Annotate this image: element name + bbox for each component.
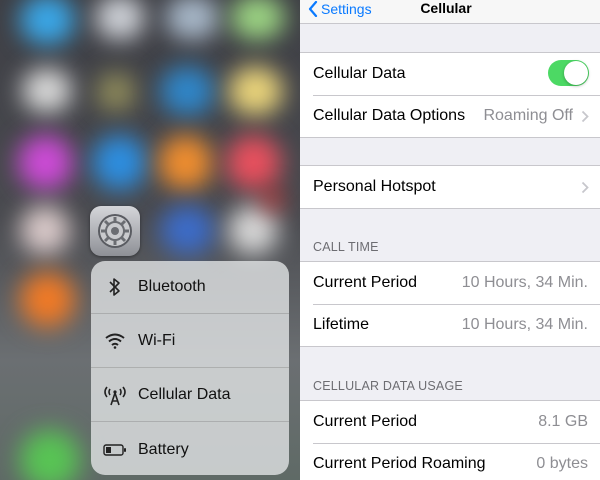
usage-roaming-label: Current Period Roaming: [313, 455, 486, 472]
cellular-settings-screen: Settings Cellular Cellular Data Cellular…: [300, 0, 600, 480]
blurred-app-icon: [165, 0, 220, 40]
cellular-data-options-value: Roaming Off: [483, 107, 573, 124]
blurred-app-icon: [226, 135, 281, 190]
quick-action-label: Wi-Fi: [138, 332, 176, 349]
battery-icon: [91, 423, 138, 475]
call-time-header: CALL TIME: [313, 240, 379, 254]
blurred-app-icon: [228, 205, 278, 255]
usage-current-period-value: 8.1 GB: [538, 413, 588, 430]
usage-roaming-row: Current Period Roaming 0 bytes: [300, 443, 600, 480]
current-period-value: 10 Hours, 34 Min.: [461, 274, 588, 291]
cellular-data-label: Cellular Data: [313, 65, 406, 82]
cellular-antenna-icon: [91, 369, 138, 422]
quick-action-bluetooth[interactable]: Bluetooth: [91, 261, 289, 314]
personal-hotspot-label: Personal Hotspot: [313, 178, 436, 195]
quick-action-wifi[interactable]: Wi-Fi: [91, 315, 289, 368]
blurred-app-icon: [96, 72, 136, 112]
data-usage-group: Current Period 8.1 GB Current Period Roa…: [300, 400, 600, 480]
hotspot-group: Personal Hotspot: [300, 165, 600, 209]
home-screen: Bluetooth Wi-Fi Cellular Data Battery: [0, 0, 300, 480]
cellular-data-options-row[interactable]: Cellular Data Options Roaming Off: [300, 95, 600, 137]
blurred-dock-icon: [20, 430, 80, 480]
call-time-lifetime-row: Lifetime 10 Hours, 34 Min.: [300, 304, 600, 346]
blurred-app-icon: [95, 0, 145, 40]
toggle-knob: [564, 61, 588, 85]
blurred-app-icon: [228, 66, 283, 116]
lifetime-label: Lifetime: [313, 316, 370, 333]
blurred-app-icon: [158, 135, 213, 190]
gear-icon: [98, 214, 132, 248]
usage-current-period-row: Current Period 8.1 GB: [300, 401, 600, 443]
lifetime-value: 10 Hours, 34 Min.: [461, 316, 588, 333]
quick-action-label: Cellular Data: [138, 386, 231, 403]
page-title-text: Cellular: [420, 0, 472, 16]
cellular-data-row: Cellular Data: [300, 53, 600, 95]
blurred-app-icon: [20, 205, 70, 255]
quick-actions-menu: Bluetooth Wi-Fi Cellular Data Battery: [91, 261, 289, 475]
call-time-current-period-row: Current Period 10 Hours, 34 Min.: [300, 262, 600, 304]
blurred-app-icon: [230, 0, 285, 40]
quick-action-label: Battery: [138, 440, 189, 458]
cellular-data-group: Cellular Data Cellular Data Options Roam…: [300, 52, 600, 138]
blurred-app-icon: [92, 135, 147, 190]
wifi-icon: [91, 315, 138, 368]
usage-roaming-value: 0 bytes: [536, 455, 588, 472]
blurred-app-icon: [160, 205, 215, 255]
blurred-app-icon: [20, 0, 75, 45]
blurred-app-icon: [18, 135, 73, 190]
settings-app-icon[interactable]: [90, 206, 140, 256]
quick-action-battery[interactable]: Battery: [91, 423, 289, 475]
page-title: Cellular: [300, 0, 600, 18]
cellular-data-toggle[interactable]: [548, 60, 589, 86]
data-usage-header: CELLULAR DATA USAGE: [313, 379, 463, 393]
cellular-data-options-label: Cellular Data Options: [313, 107, 466, 124]
quick-action-cellular-data[interactable]: Cellular Data: [91, 369, 289, 422]
navigation-bar: Settings Cellular: [300, 0, 600, 24]
quick-action-label: Bluetooth: [138, 278, 206, 295]
blurred-app-icon: [160, 66, 215, 116]
blurred-app-icon: [20, 272, 75, 327]
blurred-app-icon: [262, 190, 282, 210]
usage-current-period-label: Current Period: [313, 413, 418, 430]
current-period-label: Current Period: [313, 274, 418, 291]
bluetooth-icon: [91, 261, 138, 314]
chevron-right-icon: [581, 110, 589, 123]
blurred-app-icon: [22, 68, 72, 113]
call-time-group: Current Period 10 Hours, 34 Min. Lifetim…: [300, 261, 600, 347]
personal-hotspot-row[interactable]: Personal Hotspot: [300, 166, 600, 208]
chevron-right-icon: [581, 181, 589, 194]
